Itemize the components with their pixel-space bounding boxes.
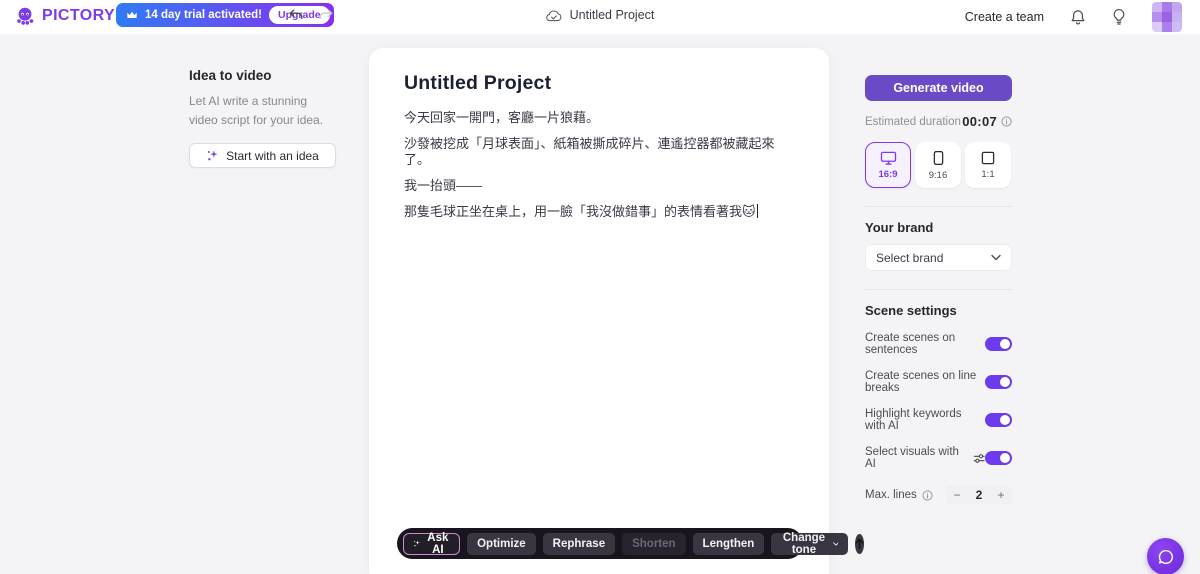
project-title-header[interactable]: Untitled Project bbox=[546, 8, 655, 22]
brand-select-value: Select brand bbox=[876, 250, 944, 265]
arrow-up-icon bbox=[856, 538, 864, 549]
setting-label: Create scenes on line breaks bbox=[865, 370, 977, 394]
ask-ai-sparkle-icon bbox=[414, 540, 420, 547]
setting-row-select-visuals: Select visuals with AI bbox=[865, 446, 1012, 470]
setting-label: Select visuals with AI bbox=[865, 446, 959, 470]
script-paragraph[interactable]: 沙發被挖成「月球表面」、紙箱被撕成碎片、連遙控器都被藏起來了。 bbox=[404, 136, 794, 167]
setting-label: Highlight keywords with AI bbox=[865, 408, 962, 432]
undo-button[interactable] bbox=[288, 8, 304, 22]
max-lines-stepper: − 2 + bbox=[946, 486, 1012, 504]
pictory-app: PICTORY 14 day trial activated! Upgrade bbox=[0, 0, 1200, 574]
aspect-ratio-16-9[interactable]: 16:9 bbox=[865, 142, 911, 188]
ratio-label: 9:16 bbox=[928, 169, 948, 181]
chevron-down-icon bbox=[991, 254, 1001, 261]
tips-button[interactable] bbox=[1112, 8, 1126, 26]
generate-video-button[interactable]: Generate video bbox=[865, 75, 1012, 101]
undo-icon bbox=[289, 9, 303, 20]
script-editor: Untitled Project 今天回家一開門，客廳一片狼藉。 沙發被挖成「月… bbox=[369, 48, 865, 574]
monitor-icon bbox=[880, 151, 896, 165]
change-tone-label: Change tone bbox=[782, 531, 826, 556]
script-text-area[interactable]: 今天回家一開門，客廳一片狼藉。 沙發被挖成「月球表面」、紙箱被撕成碎片、連遙控器… bbox=[404, 110, 794, 219]
lightbulb-icon bbox=[1113, 8, 1125, 25]
top-bar: PICTORY 14 day trial activated! Upgrade bbox=[0, 0, 1200, 34]
idea-panel-description: Let AI write a stunning video script for… bbox=[189, 94, 324, 127]
setting-row-scenes-linebreaks: Create scenes on line breaks bbox=[865, 370, 1012, 394]
aspect-ratio-selector: 16:9 9:16 1:1 bbox=[865, 142, 1012, 188]
toggle-highlight-keywords[interactable] bbox=[985, 413, 1012, 427]
idea-to-video-panel: Idea to video Let AI write a stunning vi… bbox=[189, 68, 339, 169]
cloud-saved-icon bbox=[546, 9, 562, 21]
brand-select-dropdown[interactable]: Select brand bbox=[865, 244, 1012, 271]
text-cursor bbox=[756, 203, 758, 218]
info-icon bbox=[1001, 116, 1012, 127]
setting-row-highlight-keywords: Highlight keywords with AI bbox=[865, 408, 1012, 432]
ratio-label: 16:9 bbox=[878, 168, 898, 180]
max-lines-decrease-button[interactable]: − bbox=[946, 489, 968, 501]
max-lines-value: 2 bbox=[975, 488, 983, 502]
script-paragraph[interactable]: 我一抬頭—— bbox=[404, 178, 794, 194]
redo-button[interactable] bbox=[318, 8, 334, 22]
estimated-duration-label: Estimated duration bbox=[865, 115, 961, 128]
ratio-label: 1:1 bbox=[981, 168, 995, 180]
optimize-button[interactable]: Optimize bbox=[467, 532, 536, 555]
aspect-ratio-1-1[interactable]: 1:1 bbox=[965, 142, 1011, 188]
crown-icon bbox=[127, 11, 137, 18]
chevron-down-icon bbox=[832, 541, 839, 546]
aspect-ratio-9-16[interactable]: 9:16 bbox=[915, 142, 961, 188]
trial-text: 14 day trial activated! bbox=[145, 9, 262, 21]
square-icon bbox=[981, 151, 995, 164]
redo-icon bbox=[319, 9, 333, 20]
ask-ai-label: Ask AI bbox=[427, 531, 449, 556]
pictory-logo[interactable]: PICTORY bbox=[14, 5, 115, 27]
divider bbox=[865, 206, 1012, 207]
setting-row-scenes-sentences: Create scenes on sentences bbox=[865, 332, 1012, 356]
idea-panel-title: Idea to video bbox=[189, 68, 272, 83]
script-paragraph[interactable]: 那隻毛球正坐在桌上，用一臉「我沒做錯事」的表情看著我🐱 bbox=[404, 203, 794, 220]
start-with-idea-label: Start with an idea bbox=[226, 148, 319, 163]
user-avatar[interactable] bbox=[1152, 2, 1182, 32]
ask-ai-button[interactable]: Ask AI bbox=[403, 531, 461, 556]
logo-text: PICTORY bbox=[42, 7, 116, 24]
lengthen-button[interactable]: Lengthen bbox=[692, 532, 765, 555]
info-icon bbox=[922, 489, 933, 501]
chat-bubble-icon bbox=[1158, 549, 1173, 564]
toggle-scenes-linebreaks[interactable] bbox=[985, 375, 1012, 389]
estimated-duration-value: 00:07 bbox=[962, 114, 997, 129]
divider bbox=[865, 289, 1012, 290]
toggle-select-visuals[interactable] bbox=[985, 451, 1012, 465]
support-chat-button[interactable] bbox=[1147, 538, 1184, 574]
video-settings-panel: Generate video Estimated duration 00:07 … bbox=[865, 75, 1012, 504]
max-lines-label: Max. lines bbox=[865, 489, 917, 501]
sliders-icon[interactable] bbox=[973, 452, 985, 465]
start-with-idea-button[interactable]: Start with an idea bbox=[189, 143, 336, 169]
submit-prompt-button[interactable] bbox=[855, 533, 865, 554]
setting-label: Create scenes on sentences bbox=[865, 332, 956, 356]
your-brand-title: Your brand bbox=[865, 220, 934, 235]
script-paragraph[interactable]: 今天回家一開門，客廳一片狼藉。 bbox=[404, 110, 794, 126]
toggle-scenes-sentences[interactable] bbox=[985, 337, 1012, 351]
max-lines-increase-button[interactable]: + bbox=[990, 489, 1012, 501]
shorten-button[interactable]: Shorten bbox=[622, 532, 686, 555]
octopus-logo-icon bbox=[17, 7, 34, 25]
notifications-button[interactable] bbox=[1070, 9, 1086, 26]
phone-icon bbox=[933, 150, 943, 165]
project-name[interactable]: Untitled Project bbox=[570, 8, 655, 22]
document-title[interactable]: Untitled Project bbox=[404, 72, 794, 95]
estimated-duration-row: Estimated duration 00:07 bbox=[865, 114, 1012, 129]
rephrase-button[interactable]: Rephrase bbox=[542, 532, 616, 555]
create-team-button[interactable]: Create a team bbox=[965, 10, 1044, 24]
bell-icon bbox=[1071, 9, 1085, 25]
scene-settings-title: Scene settings bbox=[865, 303, 957, 318]
change-tone-button[interactable]: Change tone bbox=[771, 531, 849, 556]
max-lines-row: Max. lines − 2 + bbox=[865, 486, 1012, 504]
sparkle-icon bbox=[207, 150, 218, 161]
ai-writing-toolbar: Ask AI Optimize Rephrase Shorten Lengthe… bbox=[397, 528, 865, 559]
